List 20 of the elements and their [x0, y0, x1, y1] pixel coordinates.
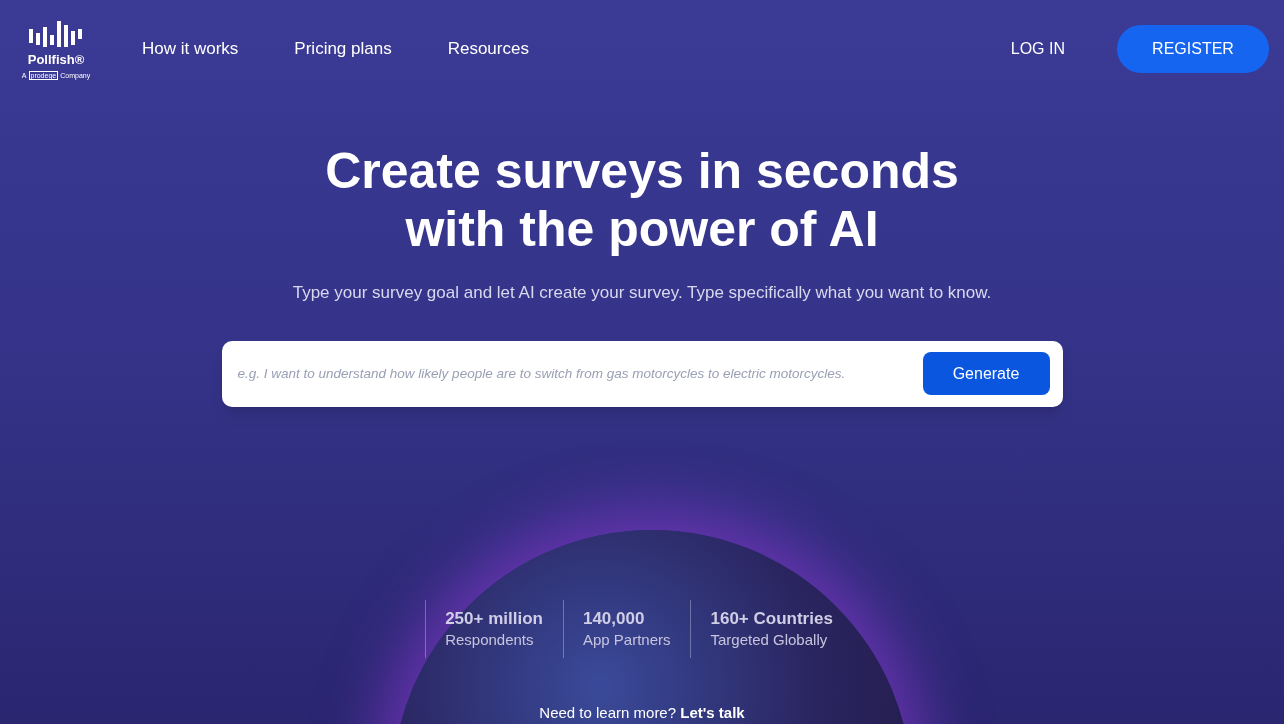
- stat-value: 160+ Countries: [710, 607, 833, 630]
- nav-link[interactable]: Resources: [447, 36, 529, 62]
- stat-value: 140,000: [582, 607, 646, 630]
- login-link[interactable]: LOG IN: [1010, 37, 1065, 62]
- prompt-field[interactable]: e.g. I want to understand how likely people are to switch from gas motorcycles to electric motorcycles. Generate: [221, 340, 1063, 407]
- learn-more-text: Need to learn more?: [539, 703, 677, 721]
- register-button[interactable]: REGISTER: [1117, 25, 1269, 74]
- lets-talk-link[interactable]: Let's talk: [680, 703, 745, 721]
- stat-label: Targeted Globally: [710, 629, 829, 650]
- stat-label: App Partners: [582, 629, 671, 650]
- hero-subtitle: Type your survey goal and let AI create your survey. Type specifically what you want to know.: [291, 282, 993, 305]
- logo-name: Pollfish®: [27, 52, 85, 66]
- generate-button[interactable]: Generate: [922, 352, 1050, 396]
- hero-title-line: Create surveys in seconds: [324, 142, 960, 201]
- logo-icon: [27, 20, 85, 49]
- stat-label: Respondents: [445, 629, 535, 650]
- nav-link[interactable]: How it works: [142, 36, 239, 62]
- hero-title-line: with the power of AI: [404, 200, 880, 259]
- stat-value: 250+ million: [445, 607, 543, 630]
- nav-link[interactable]: Pricing plans: [294, 36, 392, 62]
